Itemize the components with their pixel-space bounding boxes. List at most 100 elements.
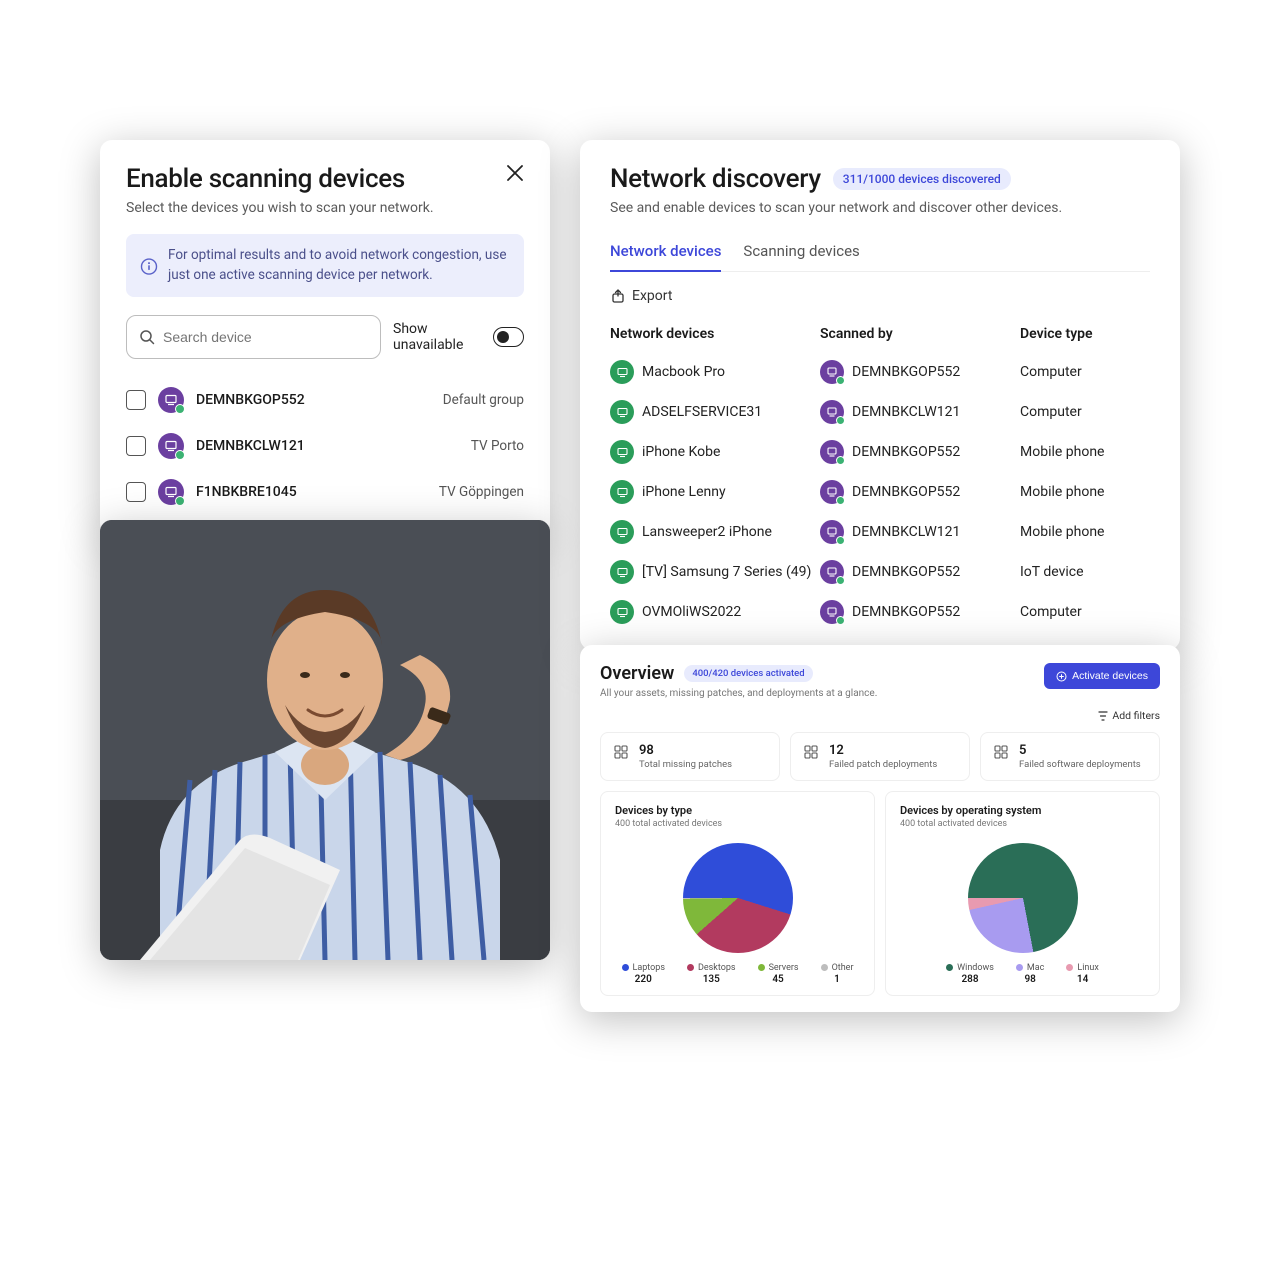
table-row[interactable]: [TV] Samsung 7 Series (49) DEMNBKGOP552 … bbox=[610, 552, 1150, 592]
legend-item: Mac 98 bbox=[1016, 963, 1044, 985]
info-banner: For optimal results and to avoid network… bbox=[126, 234, 524, 297]
table-row[interactable]: ADSELFSERVICE31 DEMNBKCLW121 Computer bbox=[610, 392, 1150, 432]
legend-label: Other bbox=[821, 963, 854, 973]
cell-scanned-by: DEMNBKGOP552 bbox=[820, 360, 1020, 384]
device-row: F1NBKBRE1045 TV Göppingen bbox=[126, 469, 524, 515]
cell-type: Computer bbox=[1020, 404, 1150, 420]
export-button[interactable]: Export bbox=[610, 284, 1150, 308]
legend-item: Servers 45 bbox=[758, 963, 799, 985]
network-device-icon bbox=[610, 520, 634, 544]
device-name: F1NBKBRE1045 bbox=[196, 484, 297, 500]
legend-value: 14 bbox=[1066, 974, 1098, 985]
table-row[interactable]: Lansweeper2 iPhone DEMNBKCLW121 Mobile p… bbox=[610, 512, 1150, 552]
filter-icon bbox=[1098, 711, 1108, 721]
network-device-icon bbox=[610, 440, 634, 464]
cell-type: Mobile phone bbox=[1020, 444, 1150, 460]
activate-label: Activate devices bbox=[1072, 670, 1148, 682]
stat-card[interactable]: 98Total missing patches bbox=[600, 732, 780, 781]
cell-device: Lansweeper2 iPhone bbox=[610, 520, 820, 544]
chart-card: Devices by type 400 total activated devi… bbox=[600, 791, 875, 996]
cell-scanned-by: DEMNBKCLW121 bbox=[820, 520, 1020, 544]
device-name: DEMNBKCLW121 bbox=[196, 438, 305, 454]
cell-scanned-by: DEMNBKGOP552 bbox=[820, 560, 1020, 584]
scanner-icon bbox=[820, 520, 844, 544]
overview-panel: Overview 400/420 devices activated All y… bbox=[580, 645, 1180, 1012]
scanner-icon bbox=[820, 560, 844, 584]
cell-type: Computer bbox=[1020, 364, 1150, 380]
chart-card: Devices by operating system 400 total ac… bbox=[885, 791, 1160, 996]
legend-value: 98 bbox=[1016, 974, 1044, 985]
search-input[interactable] bbox=[163, 329, 368, 345]
cell-device: ADSELFSERVICE31 bbox=[610, 400, 820, 424]
cell-device: [TV] Samsung 7 Series (49) bbox=[610, 560, 820, 584]
stat-card[interactable]: 12Failed patch deployments bbox=[790, 732, 970, 781]
discovery-count-pill: 311/1000 devices discovered bbox=[833, 168, 1011, 190]
show-unavailable-toggle[interactable] bbox=[493, 327, 524, 347]
cell-device: iPhone Kobe bbox=[610, 440, 820, 464]
cell-device: iPhone Lenny bbox=[610, 480, 820, 504]
device-checkbox[interactable] bbox=[126, 390, 146, 410]
stat-label: Total missing patches bbox=[639, 759, 732, 770]
stat-value: 5 bbox=[1019, 743, 1141, 758]
network-device-icon bbox=[610, 480, 634, 504]
cell-device: OVMOliWS2022 bbox=[610, 600, 820, 624]
info-icon bbox=[140, 248, 158, 285]
info-text: For optimal results and to avoid network… bbox=[168, 246, 510, 285]
legend-label: Windows bbox=[946, 963, 994, 973]
tab-network-devices[interactable]: Network devices bbox=[610, 234, 721, 272]
close-icon[interactable] bbox=[506, 164, 524, 182]
legend-label: Mac bbox=[1016, 963, 1044, 973]
plus-circle-icon bbox=[1056, 671, 1067, 682]
stat-card[interactable]: 5Failed software deployments bbox=[980, 732, 1160, 781]
device-group: TV Porto bbox=[471, 438, 524, 454]
scanner-icon bbox=[820, 480, 844, 504]
stat-label: Failed software deployments bbox=[1019, 759, 1141, 770]
enable-scanning-modal: Enable scanning devices Select the devic… bbox=[100, 140, 550, 535]
panel-title: Network discovery bbox=[610, 164, 821, 194]
search-icon bbox=[139, 329, 155, 345]
activated-pill: 400/420 devices activated bbox=[684, 665, 812, 682]
overview-subtitle: All your assets, missing patches, and de… bbox=[600, 688, 877, 699]
legend-label: Servers bbox=[758, 963, 799, 973]
stat-value: 12 bbox=[829, 743, 937, 758]
export-icon bbox=[610, 288, 626, 304]
search-input-wrap[interactable] bbox=[126, 315, 381, 359]
chart-subtitle: 400 total activated devices bbox=[900, 819, 1145, 829]
cell-scanned-by: DEMNBKCLW121 bbox=[820, 400, 1020, 424]
network-discovery-panel: Network discovery 311/1000 devices disco… bbox=[580, 140, 1180, 650]
export-label: Export bbox=[632, 288, 672, 304]
table-row[interactable]: iPhone Lenny DEMNBKGOP552 Mobile phone bbox=[610, 472, 1150, 512]
scanner-icon bbox=[820, 440, 844, 464]
add-filters-button[interactable]: Add filters bbox=[600, 709, 1160, 722]
network-device-icon bbox=[610, 560, 634, 584]
table-row[interactable]: OVMOliWS2022 DEMNBKGOP552 Computer bbox=[610, 592, 1150, 632]
photo-person bbox=[100, 520, 550, 960]
device-row: DEMNBKCLW121 TV Porto bbox=[126, 423, 524, 469]
pie-chart bbox=[968, 843, 1078, 953]
scanner-icon bbox=[820, 400, 844, 424]
cell-scanned-by: DEMNBKGOP552 bbox=[820, 480, 1020, 504]
table-row[interactable]: iPhone Kobe DEMNBKGOP552 Mobile phone bbox=[610, 432, 1150, 472]
legend-label: Desktops bbox=[687, 963, 736, 973]
network-device-icon bbox=[610, 600, 634, 624]
chart-title: Devices by operating system bbox=[900, 804, 1145, 817]
cell-device: Macbook Pro bbox=[610, 360, 820, 384]
device-icon bbox=[158, 479, 184, 505]
legend-item: Laptops 220 bbox=[622, 963, 665, 985]
device-row: DEMNBKGOP552 Default group bbox=[126, 377, 524, 423]
device-group: Default group bbox=[443, 392, 524, 408]
device-icon bbox=[158, 433, 184, 459]
table-row[interactable]: Macbook Pro DEMNBKGOP552 Computer bbox=[610, 352, 1150, 392]
device-checkbox[interactable] bbox=[126, 482, 146, 502]
tab-scanning-devices[interactable]: Scanning devices bbox=[743, 234, 859, 271]
col-header-scanned-by: Scanned by bbox=[820, 326, 1020, 342]
modal-subtitle: Select the devices you wish to scan your… bbox=[126, 200, 524, 216]
legend-label: Laptops bbox=[622, 963, 665, 973]
pie-chart bbox=[683, 843, 793, 953]
add-filters-label: Add filters bbox=[1112, 709, 1160, 722]
legend-item: Desktops 135 bbox=[687, 963, 736, 985]
legend-value: 135 bbox=[687, 974, 736, 985]
network-device-icon bbox=[610, 360, 634, 384]
device-checkbox[interactable] bbox=[126, 436, 146, 456]
activate-devices-button[interactable]: Activate devices bbox=[1044, 663, 1160, 689]
